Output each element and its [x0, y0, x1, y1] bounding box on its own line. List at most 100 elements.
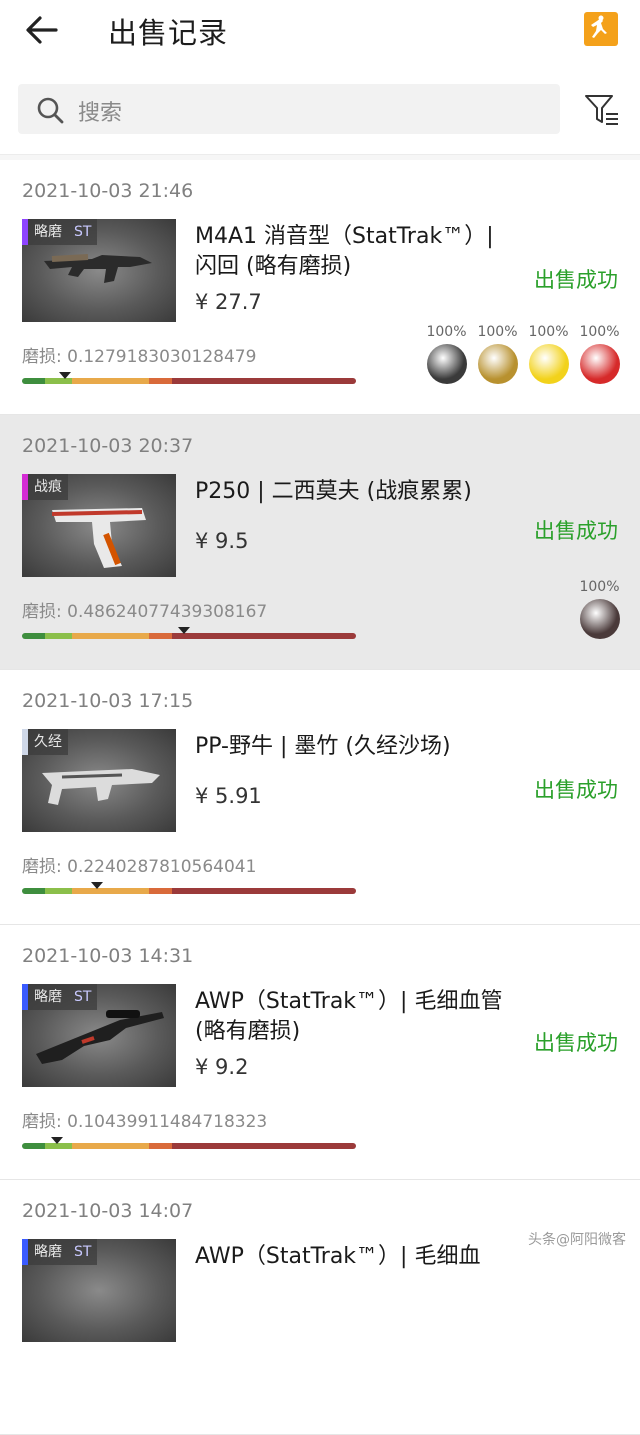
stattrak-tag: ST: [68, 1239, 98, 1265]
wear-number: 0.10439911484718323: [67, 1112, 268, 1132]
sale-status: 出售成功: [534, 268, 618, 292]
wear-bar-segment: [45, 633, 73, 639]
wear-bar: [22, 1143, 356, 1149]
sale-status: 出售成功: [534, 519, 618, 543]
wear-bar-segment: [22, 888, 46, 894]
item-thumbnail[interactable]: 久经: [22, 729, 176, 832]
tyloo-sticker-icon: [579, 344, 620, 384]
wear-bar-segment: [148, 1143, 173, 1149]
wear-label: 磨损:: [22, 1112, 68, 1132]
wear-marker: [58, 372, 71, 379]
item-name: AWP（StatTrak™）| 毛细血: [195, 1244, 481, 1269]
wear-bar-segment: [22, 1143, 46, 1149]
navi-sticker-icon: [528, 344, 569, 384]
sale-record[interactable]: 2021-10-03 21:46 略磨 ST M4A1 消音型（StatTrak™）|…: [0, 160, 640, 415]
record-time: 2021-10-03 14:07: [22, 1200, 194, 1222]
wear-number: 0.2240287810564041: [67, 857, 257, 877]
wear-number: 0.48624077439308167: [67, 602, 268, 622]
item-tags: 略磨 ST: [22, 219, 98, 245]
csgo-game-icon[interactable]: [584, 12, 618, 46]
exterior-tag: 略磨: [28, 219, 68, 245]
search-placeholder: 搜索: [78, 101, 123, 126]
wear-value: 磨损: 0.1279183030128479: [22, 342, 256, 367]
sticker-percent: 100%: [426, 324, 467, 340]
sticker[interactable]: 100%: [528, 324, 569, 384]
wear-bar-segment: [72, 1143, 149, 1149]
stattrak-tag: ST: [68, 219, 98, 245]
sticker-list: 100% 100% 100% 100%: [426, 324, 620, 384]
item-thumbnail[interactable]: 略磨 ST: [22, 1239, 176, 1342]
sale-status: 出售成功: [534, 1031, 618, 1055]
item-thumbnail[interactable]: 战痕: [22, 474, 176, 577]
wear-bar-segment: [45, 888, 73, 894]
search-bar-area: 搜索: [0, 62, 640, 155]
exterior-tag: 战痕: [28, 474, 68, 500]
sale-record[interactable]: 2021-10-03 14:07 略磨 ST AWP（StatTrak™）| 毛细血: [0, 1180, 640, 1435]
wear-bar-segment: [148, 378, 173, 384]
sticker-percent: 100%: [579, 579, 620, 595]
sticker[interactable]: 100%: [579, 579, 620, 639]
sticker[interactable]: 100%: [579, 324, 620, 384]
player-signature-sticker-icon: [579, 599, 620, 639]
wear-marker: [178, 627, 191, 634]
stattrak-tag: ST: [68, 984, 98, 1010]
wear-bar-segment: [72, 378, 149, 384]
record-time: 2021-10-03 17:15: [22, 690, 194, 712]
item-price: ¥ 5.91: [195, 784, 262, 808]
wear-label: 磨损:: [22, 602, 68, 622]
wear-bar-segment: [172, 1143, 356, 1149]
item-thumbnail[interactable]: 略磨 ST: [22, 219, 176, 322]
item-price: ¥ 27.7: [195, 290, 262, 314]
watermark: 头条@阿阳微客: [528, 1232, 626, 1248]
sale-record[interactable]: 2021-10-03 20:37 战痕 P250 | 二西莫夫 (战痕累累) ¥ 9.…: [0, 415, 640, 670]
wear-label: 磨损:: [22, 347, 68, 367]
wear-bar-segment: [148, 633, 173, 639]
item-name: PP-野牛 | 墨竹 (久经沙场): [195, 734, 451, 759]
wear-bar-segment: [172, 888, 356, 894]
search-icon: [37, 97, 64, 124]
filter-icon[interactable]: [584, 92, 620, 128]
item-tags: 战痕: [22, 474, 68, 500]
wear-label: 磨损:: [22, 857, 68, 877]
exterior-tag: 久经: [28, 729, 68, 755]
wear-value: 磨损: 0.48624077439308167: [22, 597, 267, 622]
wear-bar: [22, 888, 356, 894]
wear-bar-segment: [72, 633, 149, 639]
geng-sticker-icon: [477, 344, 518, 384]
top-app-bar: 出售记录: [0, 0, 640, 62]
item-price: ¥ 9.2: [195, 1055, 249, 1079]
wear-marker: [90, 882, 103, 889]
sticker-percent: 100%: [477, 324, 518, 340]
wear-value: 磨损: 0.2240287810564041: [22, 852, 256, 877]
item-price: ¥ 9.5: [195, 529, 249, 553]
record-time: 2021-10-03 14:31: [22, 945, 194, 967]
back-arrow-icon[interactable]: [22, 12, 62, 48]
page-title: 出售记录: [108, 16, 229, 50]
wear-bar: [22, 378, 356, 384]
wear-bar-segment: [22, 378, 46, 384]
wear-bar-segment: [72, 888, 149, 894]
item-name: P250 | 二西莫夫 (战痕累累): [195, 479, 472, 504]
wear-marker: [50, 1137, 63, 1144]
wear-number: 0.1279183030128479: [67, 347, 257, 367]
sticker-percent: 100%: [528, 324, 569, 340]
item-thumbnail[interactable]: 略磨 ST: [22, 984, 176, 1087]
exterior-tag: 略磨: [28, 984, 68, 1010]
item-tags: 久经: [22, 729, 68, 755]
sale-record[interactable]: 2021-10-03 14:31 略磨 ST AWP（StatTrak™）| 毛细血管…: [0, 925, 640, 1180]
sale-status: 出售成功: [534, 778, 618, 802]
sticker[interactable]: 100%: [426, 324, 467, 384]
wear-bar-segment: [148, 888, 173, 894]
record-time: 2021-10-03 21:46: [22, 180, 194, 202]
wear-bar-segment: [172, 378, 356, 384]
sticker[interactable]: 100%: [477, 324, 518, 384]
item-name: M4A1 消音型（StatTrak™）| 闪回 (略有磨损): [195, 224, 494, 279]
record-time: 2021-10-03 20:37: [22, 435, 194, 457]
item-tags: 略磨 ST: [22, 1239, 98, 1265]
exterior-tag: 略磨: [28, 1239, 68, 1265]
sale-record[interactable]: 2021-10-03 17:15 久经 PP-野牛 | 墨竹 (久经沙场) ¥ 5.9…: [0, 670, 640, 925]
item-name: AWP（StatTrak™）| 毛细血管 (略有磨损): [195, 989, 503, 1044]
sticker-list: 100%: [579, 579, 620, 639]
search-input[interactable]: 搜索: [18, 84, 560, 134]
wear-bar-segment: [22, 633, 46, 639]
